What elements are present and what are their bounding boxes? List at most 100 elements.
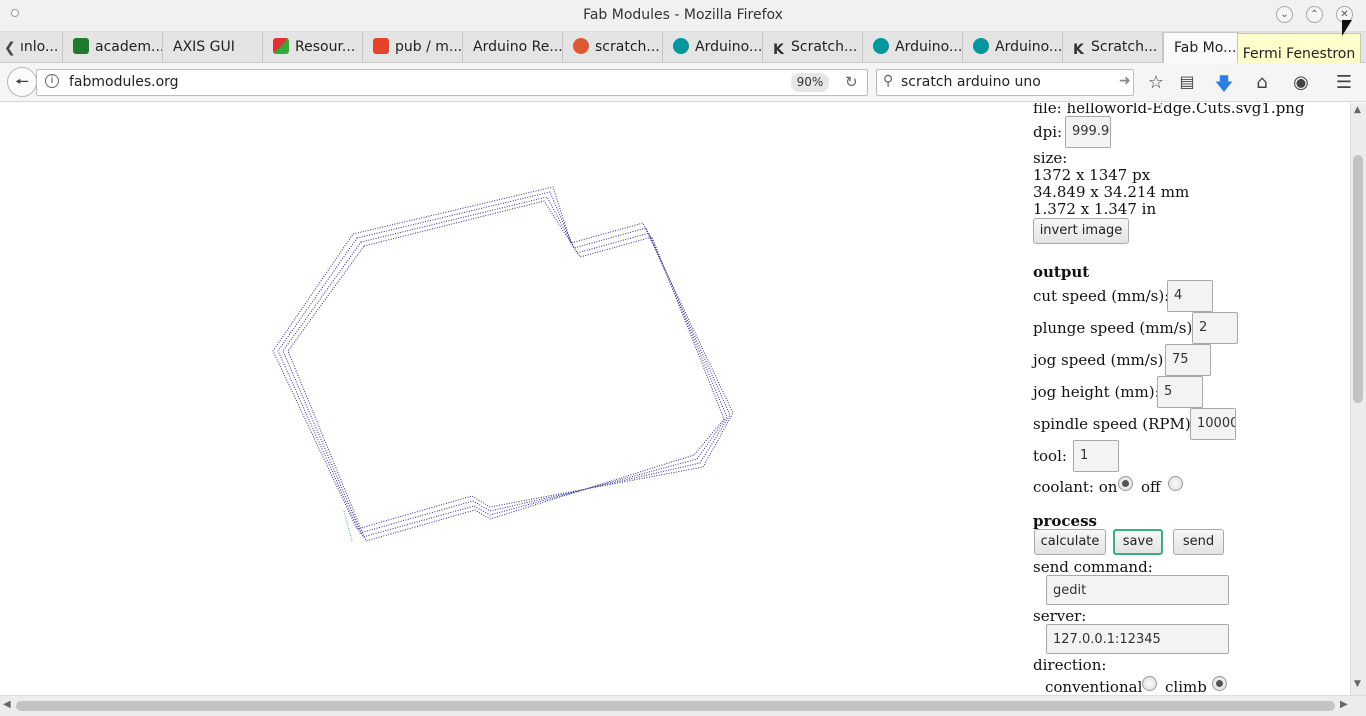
tab-12[interactable]: K Scratch...: [1063, 32, 1163, 63]
arduino-icon: [873, 38, 889, 54]
menu-hamburger-icon[interactable]: ☰: [1332, 72, 1356, 93]
tab-5[interactable]: pub / m...: [363, 32, 463, 63]
puzzle-icon: [273, 38, 289, 54]
reading-list-icon[interactable]: ▤: [1175, 72, 1199, 91]
tab-3[interactable]: AXIS GUI: [163, 32, 263, 63]
arduino-icon: [673, 38, 689, 54]
vertical-scroll-thumb[interactable]: [1353, 155, 1363, 403]
duckduckgo-icon: [573, 38, 589, 54]
window-titlebar: Fab Modules - Mozilla Firefox ⌄ ⌃ ✕: [0, 0, 1366, 32]
tab-8[interactable]: Arduino...: [663, 32, 763, 63]
pocket-icon[interactable]: ◉: [1289, 72, 1313, 93]
minimize-icon[interactable]: ⌄: [1276, 6, 1293, 23]
tab-label: AXIS GUI: [173, 39, 235, 55]
coolant-off-label: off: [1141, 478, 1161, 496]
tab-bar: ❮ ınlo... academ... AXIS GUI Resour... p…: [0, 32, 1366, 64]
calculate-button[interactable]: calculate: [1034, 529, 1106, 555]
tab-label: Resour...: [295, 39, 356, 55]
back-arrow-icon[interactable]: 🠔: [7, 67, 37, 97]
jog-height-input[interactable]: 5: [1157, 376, 1203, 408]
tab-11[interactable]: Arduino...: [963, 32, 1063, 63]
tab-6[interactable]: Arduino Re...: [463, 32, 563, 63]
navigation-bar: 🠔 i fabmodules.org 90% ↻ ⚲ scratch ardui…: [0, 63, 1366, 102]
jog-speed-label: jog speed (mm/s):: [1033, 351, 1169, 369]
tool-input[interactable]: 1: [1073, 440, 1119, 472]
tab-2[interactable]: academ...: [63, 32, 163, 63]
download-arrow-icon[interactable]: 🡇: [1212, 72, 1236, 102]
cut-speed-label: cut speed (mm/s):: [1033, 287, 1170, 305]
coolant-on-radio[interactable]: [1118, 476, 1133, 491]
tab-label: Scratch...: [1091, 39, 1158, 55]
horizontal-scroll-thumb[interactable]: [16, 701, 1335, 711]
size-px: 1372 x 1347 px: [1033, 166, 1151, 184]
tab-1[interactable]: ınlo...: [16, 32, 63, 63]
search-bar[interactable]: ⚲ scratch arduino uno ➜: [876, 69, 1134, 96]
conventional-radio[interactable]: [1142, 676, 1157, 691]
bookmark-star-icon[interactable]: ☆: [1144, 72, 1168, 93]
url-bar[interactable]: i fabmodules.org 90% ↻: [36, 69, 868, 96]
tab-label: Arduino Re...: [473, 39, 563, 55]
tab-label: Scratch...: [791, 39, 858, 55]
tab-label: scratch...: [595, 39, 660, 55]
scroll-right-icon[interactable]: ▶: [1340, 699, 1348, 710]
scroll-down-icon[interactable]: ▼: [1354, 679, 1361, 689]
search-input[interactable]: scratch arduino uno: [901, 74, 1041, 90]
dpi-input[interactable]: 999.99: [1065, 116, 1111, 148]
tab-7[interactable]: scratch...: [563, 32, 663, 63]
arduino-icon: [973, 38, 989, 54]
direction-label: direction:: [1033, 656, 1107, 674]
tab-label: academ...: [95, 39, 163, 55]
tab-label: Arduino...: [995, 39, 1063, 55]
toolpath-canvas: [272, 186, 734, 542]
size-in: 1.372 x 1.347 in: [1033, 200, 1157, 218]
server-label: server:: [1033, 607, 1087, 625]
mouse-cursor-icon: [1342, 20, 1352, 36]
home-icon[interactable]: ⌂: [1250, 72, 1274, 93]
coolant-off-radio[interactable]: [1168, 476, 1183, 491]
tab-scroll-left-icon[interactable]: ❮: [4, 40, 16, 56]
toolpath-outline: [272, 186, 734, 542]
tab-10[interactable]: Arduino...: [863, 32, 963, 63]
server-input[interactable]: 127.0.0.1:12345: [1046, 624, 1229, 654]
size-mm: 34.849 x 34.214 mm: [1033, 183, 1190, 201]
spindle-speed-label: spindle speed (RPM):: [1033, 415, 1196, 433]
scroll-up-icon[interactable]: ▲: [1354, 105, 1361, 115]
plunge-speed-input[interactable]: 2: [1192, 312, 1238, 344]
jog-speed-input[interactable]: 75: [1165, 344, 1211, 376]
search-icon: ⚲: [883, 73, 894, 89]
reload-icon[interactable]: ↻: [845, 73, 858, 91]
tab-4[interactable]: Resour...: [263, 32, 363, 63]
vertical-scrollbar[interactable]: ▲ ▼: [1350, 103, 1366, 695]
zoom-indicator[interactable]: 90%: [791, 73, 829, 92]
tab-label: ınlo...: [20, 39, 59, 55]
tab-9[interactable]: K Scratch...: [763, 32, 863, 63]
output-heading: output: [1033, 263, 1090, 281]
invert-image-button[interactable]: invert image: [1033, 218, 1129, 244]
cut-speed-input[interactable]: 4: [1167, 280, 1213, 312]
send-button[interactable]: send: [1173, 529, 1224, 555]
process-heading: process: [1033, 512, 1097, 530]
maximize-icon[interactable]: ⌃: [1306, 6, 1323, 23]
spindle-speed-input[interactable]: 10000: [1190, 408, 1236, 440]
horizontal-scrollbar[interactable]: ◀ ▶: [0, 695, 1366, 716]
info-icon[interactable]: i: [45, 74, 59, 88]
dpi-label: dpi:: [1033, 123, 1063, 141]
send-command-input[interactable]: gedit: [1046, 575, 1229, 605]
tab-label: Fab Mo...: [1174, 40, 1237, 56]
tab-label: Arduino...: [695, 39, 763, 55]
plunge-speed-label: plunge speed (mm/s):: [1033, 319, 1198, 337]
tab-label: pub / m...: [395, 39, 463, 55]
climb-radio[interactable]: [1212, 676, 1227, 691]
jog-height-label: jog height (mm):: [1033, 383, 1160, 401]
search-go-arrow-icon[interactable]: ➜: [1119, 73, 1131, 89]
coolant-label: coolant: on: [1033, 478, 1118, 496]
size-label: size:: [1033, 149, 1068, 167]
url-text[interactable]: fabmodules.org: [69, 74, 179, 90]
file-name: file: helloworld-Edge.Cuts.svg1.png: [1033, 103, 1305, 117]
save-button[interactable]: save: [1113, 529, 1163, 555]
scroll-left-icon[interactable]: ◀: [3, 699, 11, 710]
page-content: file: helloworld-Edge.Cuts.svg1.png dpi:…: [0, 103, 1350, 695]
cube-icon: [73, 38, 89, 54]
tab-active-fab-modules[interactable]: Fab Mo...: [1163, 32, 1239, 64]
climb-label: climb: [1165, 678, 1207, 695]
